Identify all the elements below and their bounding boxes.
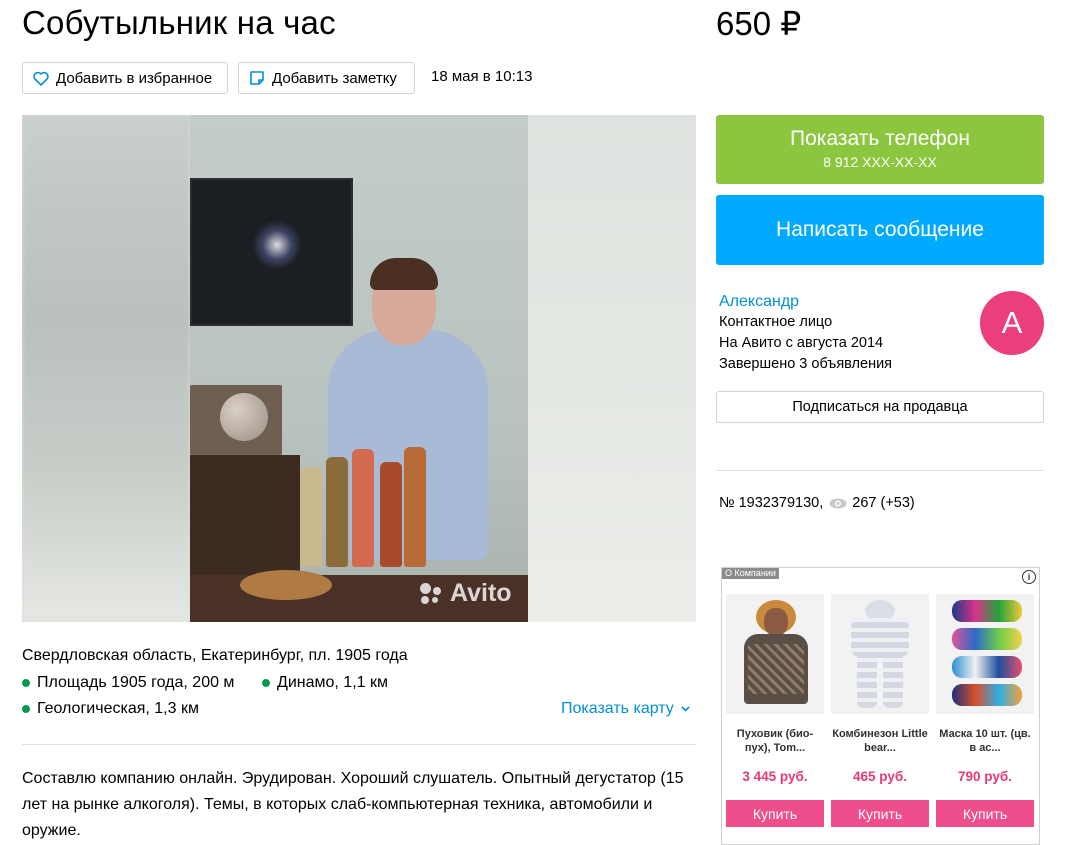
bottle (300, 467, 322, 567)
subscribe-seller-button[interactable]: Подписаться на продавца (716, 391, 1044, 423)
heart-icon (33, 71, 49, 86)
ad-item[interactable]: Маска 10 шт. (цв. в ас... 790 руб. Купит… (936, 594, 1034, 827)
bottle (404, 447, 426, 567)
cutting-board (240, 570, 332, 600)
avito-watermark: Avito (418, 579, 512, 608)
address: Свердловская область, Екатеринбург, пл. … (22, 647, 408, 664)
divider (22, 744, 696, 745)
ad-buy-button[interactable]: Купить (726, 800, 824, 827)
metro-station: Динамо, 1,1 км (262, 674, 388, 692)
metro-dot-icon (22, 705, 30, 713)
metro-station: Площадь 1905 года, 200 м (22, 674, 234, 692)
ad-item-price: 790 руб. (958, 769, 1012, 784)
listing-description: Составлю компанию онлайн. Эрудирован. Хо… (22, 770, 684, 839)
seller-avatar[interactable]: A (980, 291, 1044, 355)
eye-icon (829, 498, 847, 508)
ad-item-title[interactable]: Комбинезон Little bear... (831, 728, 929, 756)
seller-since: На Авито с августа 2014 (719, 335, 884, 351)
metro-dot-icon (22, 679, 30, 687)
metro-station-name: Геологическая, 1,3 км (37, 700, 199, 717)
ad-number: № 1932379130, (719, 495, 824, 511)
ad-item-price: 465 руб. (853, 769, 907, 784)
avito-logo-icon (418, 581, 444, 607)
ad-item-price: 3 445 руб. (742, 769, 808, 784)
metro-station-name: Динамо, 1,1 км (277, 674, 388, 691)
bottle (352, 449, 374, 567)
info-icon[interactable]: i (1022, 570, 1036, 584)
ad-item[interactable]: Пуховик (био-пух), Tom... 3 445 руб. Куп… (726, 594, 824, 827)
ad-item[interactable]: Комбинезон Little bear... 465 руб. Купит… (831, 594, 929, 827)
radio (190, 385, 282, 455)
show-map-label: Показать карту (561, 700, 674, 717)
add-to-favorites-label: Добавить в избранное (56, 69, 213, 87)
ad-label[interactable]: О Компании (722, 568, 779, 579)
gallery-blur-left (22, 115, 190, 622)
bottle (326, 457, 348, 567)
metro-station: Геологическая, 1,3 км (22, 700, 199, 718)
listing-photo[interactable]: Avito (190, 115, 528, 622)
add-note-button[interactable]: Добавить заметку (238, 62, 415, 94)
photo-gallery[interactable]: Avito (22, 115, 696, 622)
show-phone-button[interactable]: Показать телефон 8 912 XXX-XX-XX (716, 115, 1044, 184)
ad-stats: № 1932379130, 267 (+53) (719, 495, 915, 511)
seller-role: Контактное лицо (719, 314, 833, 330)
add-note-label: Добавить заметку (272, 69, 397, 87)
divider (716, 470, 1044, 471)
ad-item-image[interactable] (726, 594, 824, 714)
listing-price: 650 ₽ (716, 5, 802, 42)
metro-dot-icon (262, 679, 270, 687)
ad-item-title[interactable]: Маска 10 шт. (цв. в ас... (936, 728, 1034, 756)
note-icon (250, 71, 264, 85)
tv (190, 178, 353, 326)
seller-name-link[interactable]: Александр (719, 293, 799, 311)
listing-date: 18 мая в 10:13 (431, 68, 533, 85)
views-count: 267 (+53) (852, 495, 915, 511)
ad-block: О Компании i Пуховик (био-пух), Tom... 3… (721, 567, 1040, 845)
gallery-blur-right (528, 115, 696, 622)
phone-masked: 8 912 XXX-XX-XX (823, 154, 937, 170)
ad-item-image[interactable] (831, 594, 929, 714)
seller-completed: Завершено 3 объявления (719, 356, 893, 372)
ad-item-title[interactable]: Пуховик (био-пух), Tom... (726, 728, 824, 756)
bottle (380, 462, 402, 567)
ad-buy-button[interactable]: Купить (936, 800, 1034, 827)
show-phone-label: Показать телефон (790, 127, 970, 150)
listing-title: Собутыльник на час (22, 4, 336, 41)
write-message-button[interactable]: Написать сообщение (716, 195, 1044, 265)
add-to-favorites-button[interactable]: Добавить в избранное (22, 62, 228, 94)
metro-station-name: Площадь 1905 года, 200 м (37, 674, 235, 691)
ad-item-image[interactable] (936, 594, 1034, 714)
ad-buy-button[interactable]: Купить (831, 800, 929, 827)
show-map-link[interactable]: Показать карту (561, 700, 690, 718)
chevron-down-icon (681, 706, 690, 712)
